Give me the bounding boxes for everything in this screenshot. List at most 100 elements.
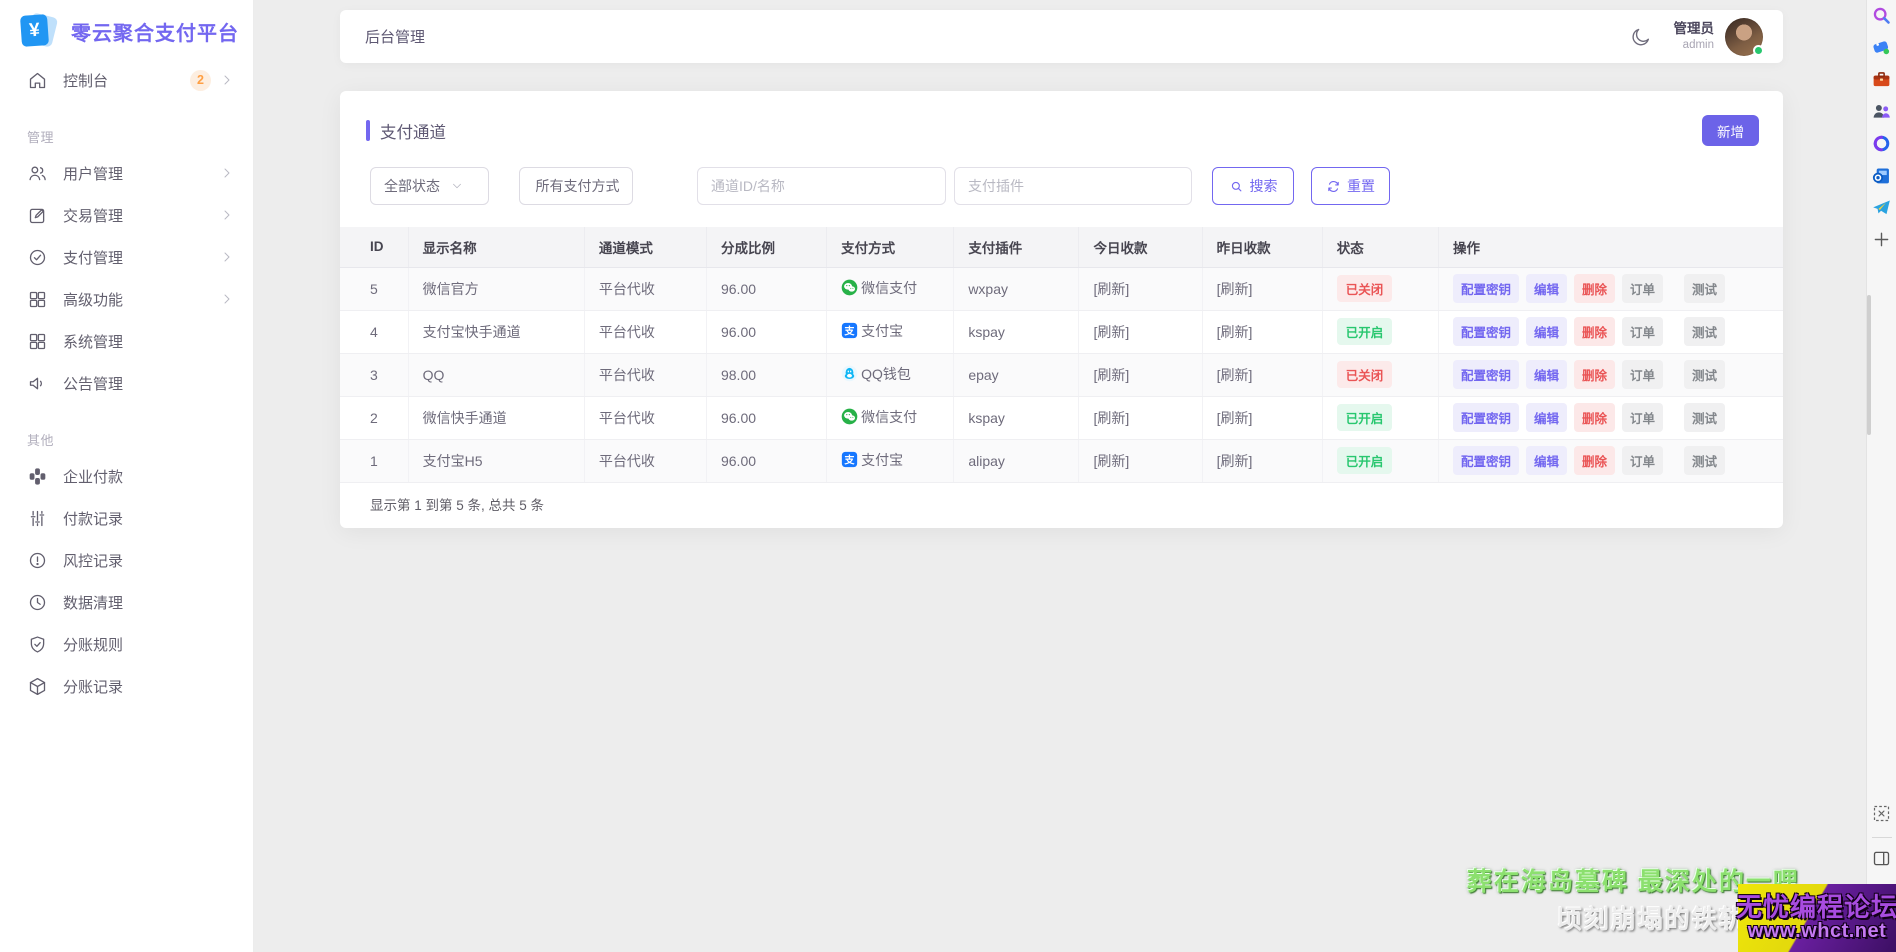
refresh-yesterday-link[interactable]: [刷新] (1217, 410, 1253, 426)
cell-split-ratio: 98.00 (706, 353, 828, 397)
chevron-down-icon (450, 179, 464, 193)
cell-display-name: 微信快手通道 (408, 396, 585, 440)
refresh-today-link[interactable]: [刷新] (1093, 367, 1129, 383)
edit-button[interactable]: 编辑 (1525, 274, 1567, 303)
payment-method-select[interactable]: 所有支付方式 (519, 167, 633, 205)
sidebar-item-payments[interactable]: 支付管理 (0, 236, 253, 278)
cell-today-income: [刷新] (1078, 396, 1203, 440)
wechat-pay-icon (841, 408, 858, 425)
refresh-today-link[interactable]: [刷新] (1093, 453, 1129, 469)
config-key-button[interactable]: 配置密钥 (1452, 317, 1519, 346)
sidebar-item-data-clean[interactable]: 数据清理 (0, 581, 253, 623)
refresh-yesterday-link[interactable]: [刷新] (1217, 324, 1253, 340)
add-button[interactable]: 新增 (1702, 115, 1759, 146)
dark-mode-toggle-moon-icon[interactable] (1630, 26, 1652, 48)
sidebar-item-announcements[interactable]: 公告管理 (0, 362, 253, 404)
table-row: 5 微信官方 平台代收 96.00 微信支付 wxpay [刷新] [刷新] 已关闭 配置密钥 编辑… (340, 267, 1783, 311)
channel-id-input[interactable] (697, 167, 946, 205)
config-key-button[interactable]: 配置密钥 (1452, 403, 1519, 432)
edge-contacts-icon[interactable] (1871, 101, 1892, 122)
cell-yesterday-income: [刷新] (1202, 353, 1323, 397)
edge-split-view-icon[interactable] (1871, 848, 1892, 869)
sidebar-item-console[interactable]: 控制台 2 (0, 59, 253, 101)
user-menu[interactable]: 管理员 admin (1674, 17, 1764, 56)
sidebar-item-risk-records[interactable]: 风控记录 (0, 539, 253, 581)
config-key-button[interactable]: 配置密钥 (1452, 360, 1519, 389)
grid-icon (27, 289, 48, 310)
status-select[interactable]: 全部状态 (370, 167, 489, 205)
order-button[interactable]: 订单 (1622, 360, 1664, 389)
sidebar-item-label: 支付管理 (63, 249, 124, 267)
cell-actions: 配置密钥 编辑 删除 订单 测试 (1438, 267, 1783, 311)
sidebar-item-advanced[interactable]: 高级功能 (0, 278, 253, 320)
search-button[interactable]: 搜索 (1212, 167, 1294, 205)
refresh-yesterday-link[interactable]: [刷新] (1217, 281, 1253, 297)
delete-button[interactable]: 删除 (1573, 446, 1615, 475)
test-button[interactable]: 测试 (1684, 317, 1726, 346)
sidebar-item-enterprise-pay[interactable]: 企业付款 (0, 455, 253, 497)
refresh-today-link[interactable]: [刷新] (1093, 324, 1129, 340)
refresh-yesterday-link[interactable]: [刷新] (1217, 453, 1253, 469)
topbar: 后台管理 管理员 admin (340, 10, 1783, 63)
column-header: 支付插件 (953, 227, 1080, 268)
edge-browser-search-icon[interactable] (1871, 5, 1892, 26)
edge-telegram-icon[interactable] (1871, 197, 1892, 218)
config-key-button[interactable]: 配置密钥 (1452, 274, 1519, 303)
edit-button[interactable]: 编辑 (1525, 317, 1567, 346)
cell-today-income: [刷新] (1078, 310, 1203, 354)
edge-mail-icon[interactable] (1871, 165, 1892, 186)
column-header: 昨日收款 (1202, 227, 1323, 268)
reset-button[interactable]: 重置 (1311, 167, 1390, 205)
order-button[interactable]: 订单 (1622, 274, 1664, 303)
config-key-button[interactable]: 配置密钥 (1452, 446, 1519, 475)
cell-split-ratio: 96.00 (706, 267, 828, 311)
cell-payment-method: QQ钱包 (826, 353, 955, 397)
edit-button[interactable]: 编辑 (1525, 403, 1567, 432)
edge-tag-icon[interactable] (1871, 37, 1892, 58)
avatar[interactable] (1725, 17, 1764, 56)
plugin-input[interactable] (954, 167, 1192, 205)
delete-button[interactable]: 删除 (1573, 403, 1615, 432)
box-icon (27, 676, 48, 697)
sidebar-item-system[interactable]: 系统管理 (0, 320, 253, 362)
refresh-today-link[interactable]: [刷新] (1093, 410, 1129, 426)
cell-today-income: [刷新] (1078, 267, 1203, 311)
cell-status: 已开启 (1322, 310, 1439, 354)
test-button[interactable]: 测试 (1684, 403, 1726, 432)
edge-briefcase-icon[interactable] (1871, 69, 1892, 90)
users-icon (27, 163, 48, 184)
brand[interactable]: ¥ 零云聚合支付平台 (0, 0, 253, 59)
sidebar-item-split-records[interactable]: 分账记录 (0, 665, 253, 707)
edge-screenshot-icon[interactable] (1871, 803, 1892, 824)
edge-add-plus-icon[interactable] (1871, 229, 1892, 250)
shield-icon (27, 634, 48, 655)
scrollbar-thumb[interactable] (1867, 295, 1871, 435)
cell-plugin: kspay (953, 396, 1080, 440)
test-button[interactable]: 测试 (1684, 360, 1726, 389)
cell-payment-method: 微信支付 (826, 396, 955, 440)
chevron-right-icon (219, 207, 235, 223)
delete-button[interactable]: 删除 (1573, 360, 1615, 389)
delete-button[interactable]: 删除 (1573, 317, 1615, 346)
table-row: 2 微信快手通道 平台代收 96.00 微信支付 kspay [刷新] [刷新] 已开启 配置密钥… (340, 396, 1783, 440)
edit-button[interactable]: 编辑 (1525, 446, 1567, 475)
order-button[interactable]: 订单 (1622, 446, 1664, 475)
clock-icon (27, 592, 48, 613)
order-button[interactable]: 订单 (1622, 403, 1664, 432)
order-button[interactable]: 订单 (1622, 317, 1664, 346)
delete-button[interactable]: 删除 (1573, 274, 1615, 303)
sidebar-item-split-rules[interactable]: 分账规则 (0, 623, 253, 665)
status-badge: 已开启 (1336, 318, 1393, 345)
sidebar-item-users[interactable]: 用户管理 (0, 152, 253, 194)
test-button[interactable]: 测试 (1684, 446, 1726, 475)
edit-button[interactable]: 编辑 (1525, 360, 1567, 389)
test-button[interactable]: 测试 (1684, 274, 1726, 303)
alipay-pay-icon: 支 (841, 322, 858, 339)
cell-status: 已开启 (1322, 396, 1439, 440)
refresh-yesterday-link[interactable]: [刷新] (1217, 367, 1253, 383)
edge-sync-loop-icon[interactable] (1871, 133, 1892, 154)
refresh-today-link[interactable]: [刷新] (1093, 281, 1129, 297)
sidebar-item-pay-records[interactable]: 付款记录 (0, 497, 253, 539)
sidebar-item-trades[interactable]: 交易管理 (0, 194, 253, 236)
table-row: 3 QQ 平台代收 98.00 QQ钱包 epay [刷新] [刷新] 已关闭 配置密钥 编辑 删除订… (340, 353, 1783, 397)
